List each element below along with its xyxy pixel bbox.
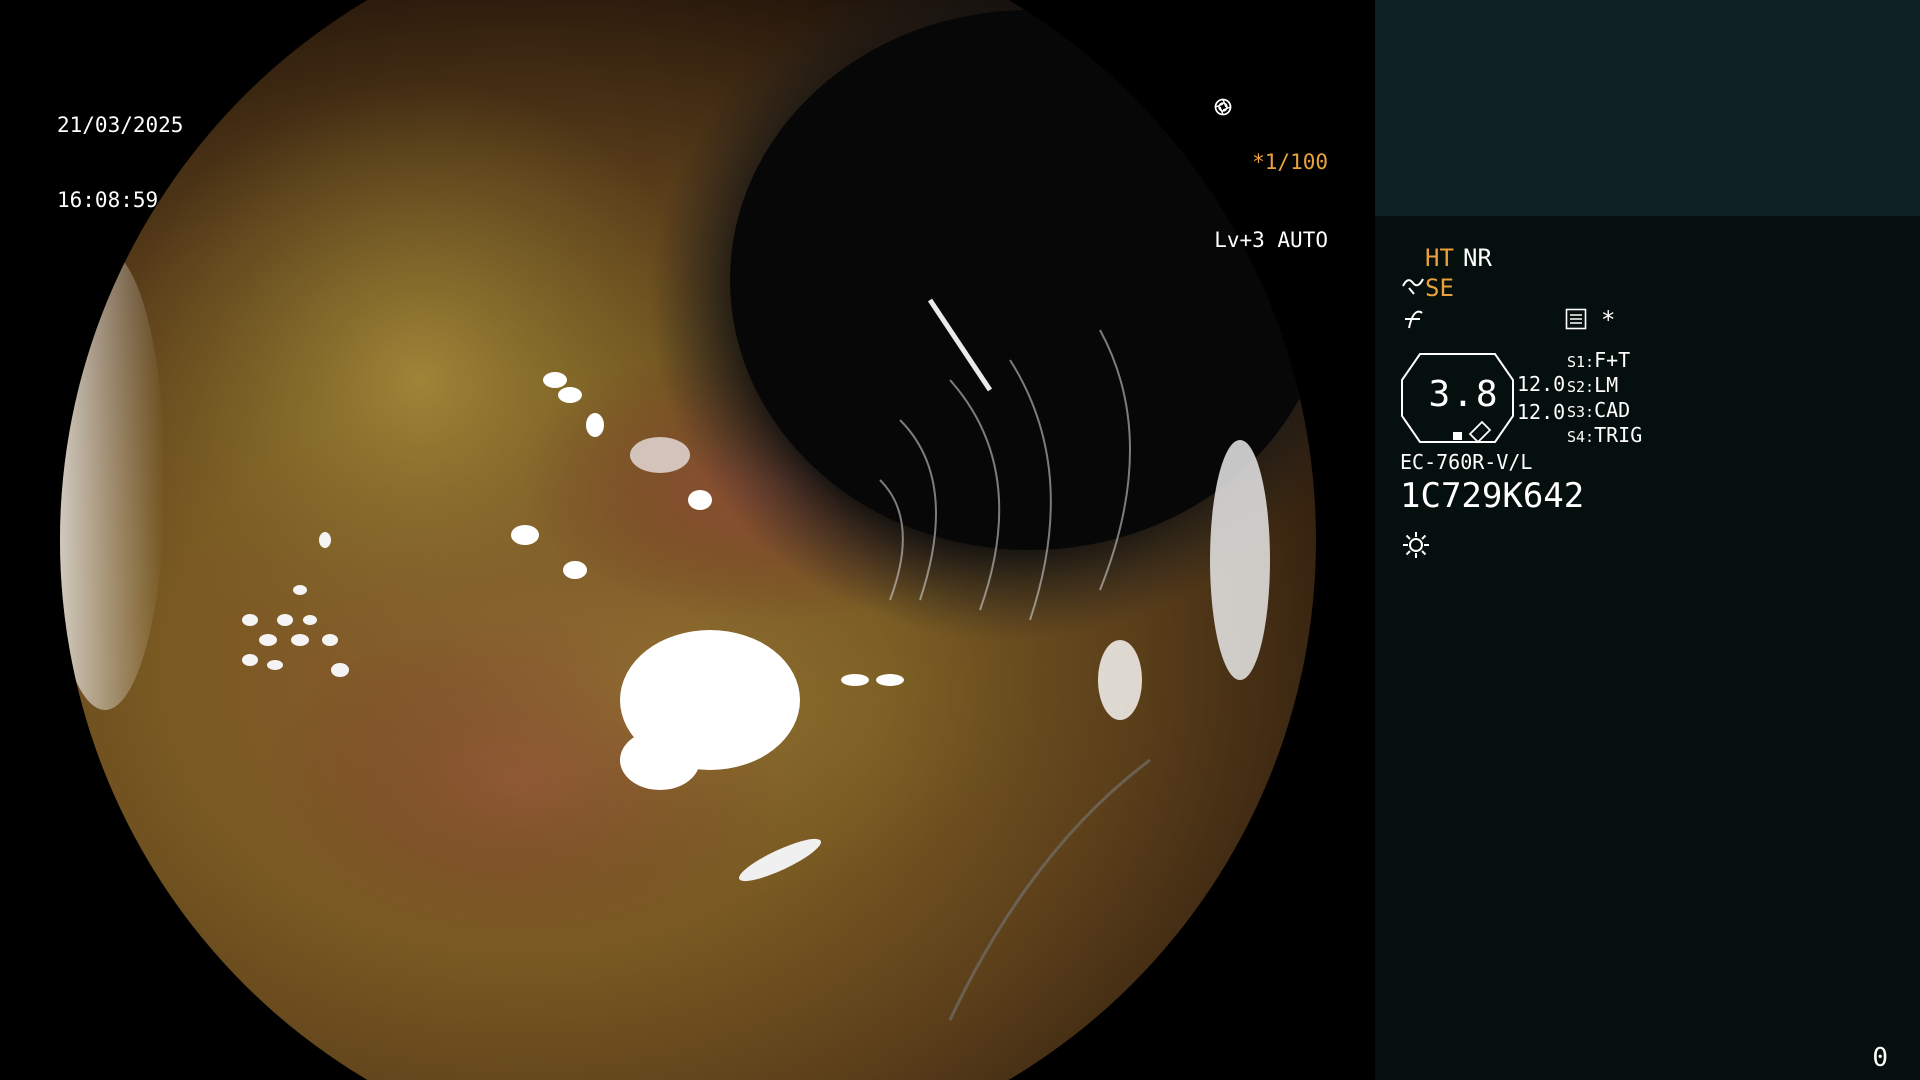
setting-value-2: 12.0 <box>1517 400 1566 424</box>
switch-s2-key: S2: <box>1567 378 1595 396</box>
switch-s4: S4:TRIG <box>1567 423 1642 450</box>
scope-model: EC-760R-V/L <box>1400 450 1533 474</box>
switch-s1-value: F+T <box>1594 348 1631 372</box>
exposure-overlay: *1/100 Lv+3 AUTO <box>1214 98 1328 304</box>
shutter-speed: *1/100 <box>1252 149 1328 174</box>
f-hook-icon <box>1405 310 1423 329</box>
switch-s3: S3:CAD <box>1567 398 1630 425</box>
image-counter: 0 <box>1872 1043 1888 1073</box>
mode-se: SE <box>1425 274 1454 302</box>
endoscope-image-area: 21/03/2025 16:08:59 *1/100 Lv+3 AUTO <box>0 0 1375 1080</box>
switch-s1-key: S1: <box>1567 353 1595 371</box>
switch-s1: S1:F+T <box>1567 348 1630 375</box>
switch-s2-value: LM <box>1594 373 1619 397</box>
setting-value-1: 12.0 <box>1517 372 1566 396</box>
zoom-value: 3.8 <box>1428 374 1500 415</box>
scope-serial: 1C729K642 <box>1400 476 1585 516</box>
switch-s3-key: S3: <box>1567 403 1595 421</box>
date-text: 21/03/2025 <box>57 113 184 137</box>
memo-icon <box>1565 308 1587 330</box>
time-text: 16:08:59 <box>57 188 159 212</box>
mode-nr: NR <box>1463 244 1492 272</box>
endoscope-image <box>60 0 1316 1080</box>
switch-s4-key: S4: <box>1567 428 1595 446</box>
switch-s3-value: CAD <box>1594 398 1631 422</box>
date-time-overlay: 21/03/2025 16:08:59 <box>57 63 183 263</box>
sun-icon <box>1403 532 1429 558</box>
mode-ht: HT <box>1425 244 1454 272</box>
switch-s2: S2:LM <box>1567 373 1618 400</box>
star-indicator: * <box>1601 306 1616 334</box>
brightness-level: Lv+3 AUTO <box>1214 227 1328 252</box>
enhance-wave-icon <box>1402 278 1424 295</box>
patient-info-area <box>1375 0 1920 216</box>
switch-s4-value: TRIG <box>1594 423 1643 447</box>
iris-icon <box>1214 98 1232 116</box>
info-panel: HT NR SE * 3.8 12.0 12.0 S1:F+T S2:LM S3… <box>1375 0 1920 1080</box>
